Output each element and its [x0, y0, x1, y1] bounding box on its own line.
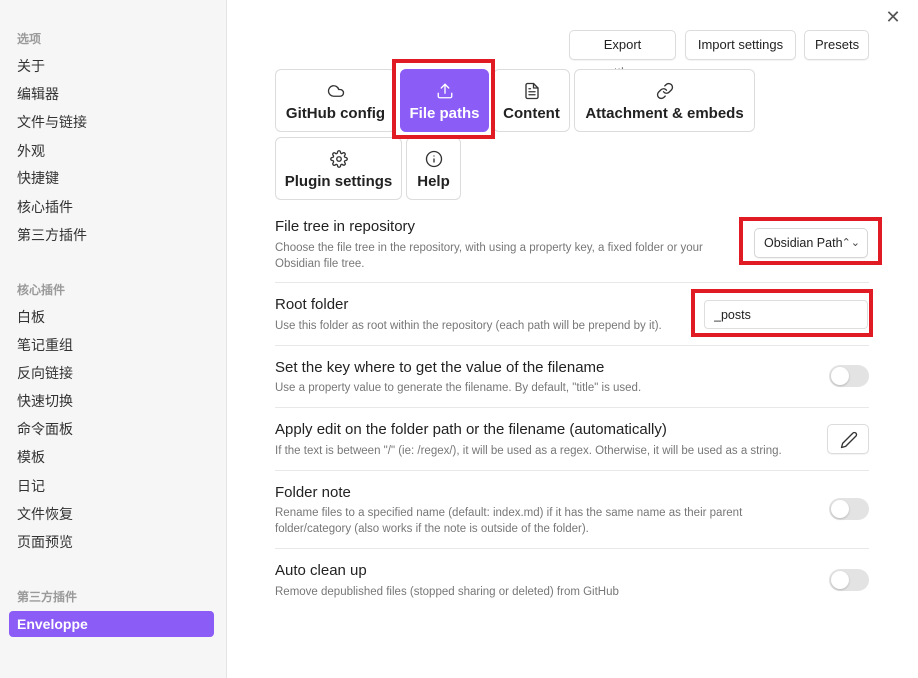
settings-sidebar: 选项 关于 编辑器 文件与链接 外观 快捷键 核心插件 第三方插件 核心插件 白…: [0, 0, 227, 678]
sidebar-section-title-community: 第三方插件: [17, 590, 78, 604]
presets-button[interactable]: Presets: [804, 30, 869, 60]
sidebar-item-about[interactable]: 关于: [9, 53, 214, 79]
tab-attachment-embeds[interactable]: Attachment & embeds: [574, 69, 755, 132]
sidebar-item-daily-notes[interactable]: 日记: [9, 473, 214, 499]
tab-label: Attachment & embeds: [585, 105, 744, 122]
tab-label: Plugin settings: [284, 173, 393, 190]
sidebar-item-files-links[interactable]: 文件与链接: [9, 109, 214, 135]
setting-desc-folder-note: Rename files to a specified name (defaul…: [275, 507, 743, 535]
setting-name-apply-edit: Apply edit on the folder path or the fil…: [275, 421, 667, 438]
tab-label: Help: [417, 173, 450, 190]
file-tree-select-value: Obsidian Path: [764, 236, 843, 250]
chevron-updown-icon: ⌃⌄: [841, 237, 860, 249]
edit-button[interactable]: [827, 424, 869, 454]
tab-label: File paths: [409, 105, 480, 122]
setting-desc-root-folder: Use this folder as root within the repos…: [275, 320, 662, 332]
info-icon: [425, 150, 442, 168]
sidebar-item-templates[interactable]: 模板: [9, 444, 214, 470]
close-icon[interactable]: ✕: [883, 7, 903, 27]
sidebar-item-community-plugins[interactable]: 第三方插件: [9, 222, 214, 248]
divider: [275, 548, 869, 549]
import-settings-button[interactable]: Import settings: [685, 30, 796, 60]
tab-label: GitHub config: [285, 105, 386, 122]
sidebar-item-core-plugins[interactable]: 核心插件: [9, 194, 214, 220]
sidebar-item-command-palette[interactable]: 命令面板: [9, 416, 214, 442]
setting-desc-file-tree: Choose the file tree in the repository, …: [275, 242, 703, 270]
divider: [275, 470, 869, 471]
sidebar-item-note-composer[interactable]: 笔记重组: [9, 332, 214, 358]
divider: [275, 282, 869, 283]
tab-label: Content: [503, 105, 560, 122]
upload-icon: [437, 83, 452, 99]
divider: [275, 407, 869, 408]
divider: [275, 345, 869, 346]
sidebar-item-editor[interactable]: 编辑器: [9, 81, 214, 107]
sidebar-section-title-options: 选项: [17, 32, 42, 46]
tab-content[interactable]: Content: [493, 69, 570, 132]
sidebar-item-hotkeys[interactable]: 快捷键: [9, 165, 214, 191]
setting-name-folder-note: Folder note: [275, 484, 351, 501]
tab-help[interactable]: Help: [406, 137, 461, 200]
export-settings-button[interactable]: Export settings: [569, 30, 676, 80]
setting-name-auto-clean: Auto clean up: [275, 562, 367, 579]
link-icon: [656, 82, 673, 100]
sidebar-item-canvas[interactable]: 白板: [9, 304, 214, 330]
sidebar-item-appearance[interactable]: 外观: [9, 138, 214, 164]
auto-clean-toggle[interactable]: [829, 569, 869, 591]
tab-plugin-settings[interactable]: Plugin settings: [275, 137, 402, 200]
file-tree-select[interactable]: Obsidian Path ⌃⌄: [754, 228, 868, 258]
setting-name-root-folder: Root folder: [275, 296, 349, 313]
folder-note-toggle[interactable]: [829, 498, 869, 520]
sidebar-item-page-preview[interactable]: 页面预览: [9, 529, 214, 555]
pencil-icon: [840, 431, 858, 449]
sidebar-item-file-recovery[interactable]: 文件恢复: [9, 501, 214, 527]
tab-github-config[interactable]: GitHub config: [275, 69, 396, 132]
sidebar-item-backlinks[interactable]: 反向链接: [9, 360, 214, 386]
sidebar-item-quick-switcher[interactable]: 快速切换: [9, 388, 214, 414]
gear-icon: [329, 150, 348, 168]
filename-key-toggle[interactable]: [829, 365, 869, 387]
sidebar-item-enveloppe[interactable]: Enveloppe: [9, 611, 214, 637]
root-folder-input[interactable]: [704, 300, 868, 329]
setting-desc-apply-edit: If the text is between "/" (ie: /regex/)…: [275, 445, 782, 457]
setting-desc-auto-clean: Remove depublished files (stopped sharin…: [275, 586, 619, 598]
setting-name-file-tree: File tree in repository: [275, 218, 416, 235]
setting-name-filename-key: Set the key where to get the value of th…: [275, 359, 605, 376]
sidebar-section-title-core: 核心插件: [17, 283, 66, 297]
cloud-icon: [327, 85, 344, 97]
file-text-icon: [524, 82, 539, 100]
setting-desc-filename-key: Use a property value to generate the fil…: [275, 382, 642, 394]
tab-file-paths[interactable]: File paths: [400, 69, 489, 132]
